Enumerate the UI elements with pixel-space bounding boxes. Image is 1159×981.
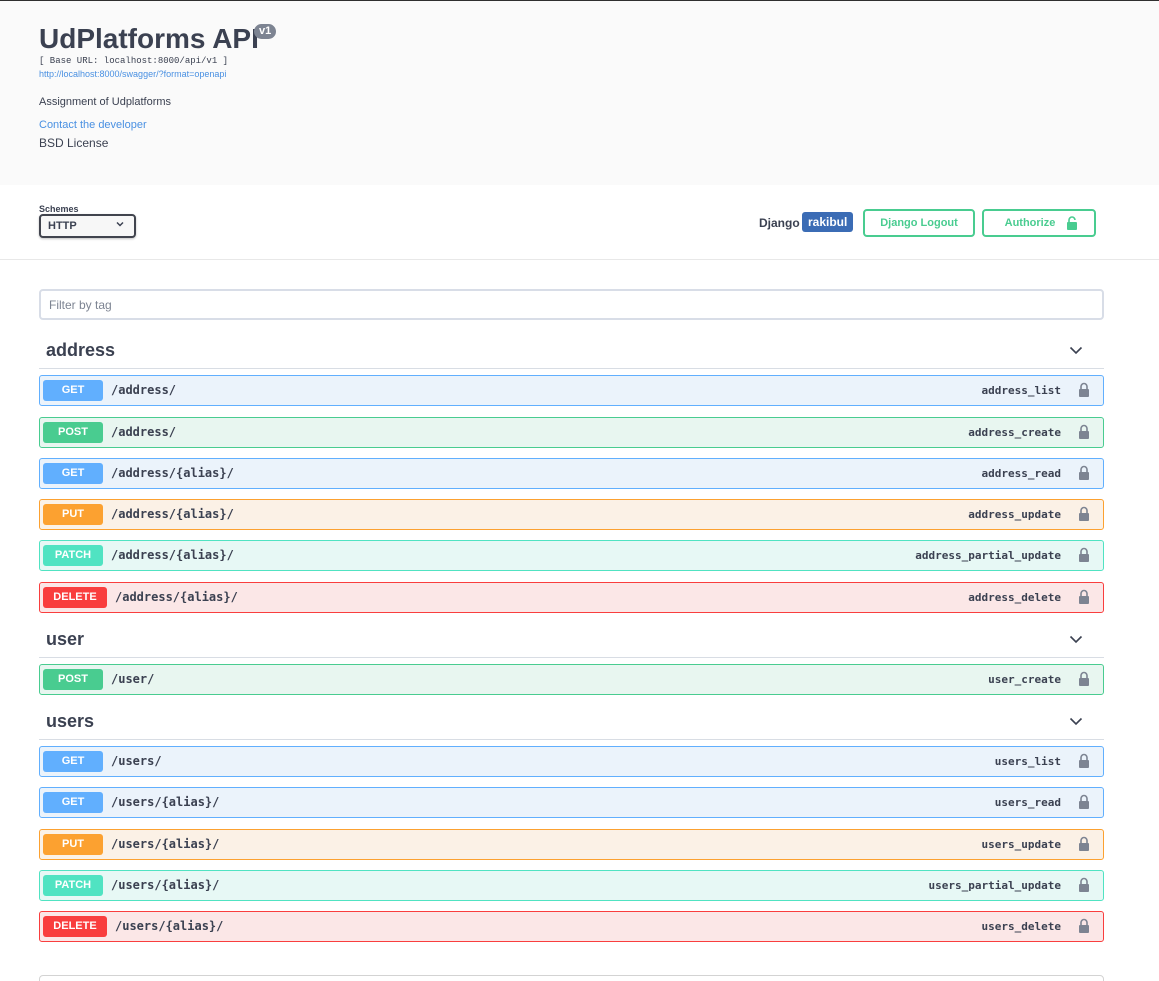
operation-summary: users_partial_update [928,879,1061,892]
lock-icon[interactable] [1078,547,1090,562]
operation-post-row[interactable]: POST/address/address_create [39,417,1104,448]
operation-path: /address/{alias}/ [111,548,234,562]
operation-path: /address/ [111,425,177,439]
schemes-selected-value: HTTP [48,220,77,232]
operation-get-row[interactable]: GET/address/{alias}/ address_read [39,458,1104,489]
lock-icon[interactable] [1078,382,1090,397]
operation-path: /user/ [111,672,155,686]
tag-section-header[interactable]: users [39,706,1104,740]
operation-path: /users/ [111,754,162,768]
operation-path: /address/{alias}/ [111,466,234,480]
lock-icon[interactable] [1078,918,1090,933]
method-badge: DELETE [43,587,107,608]
chevron-down-icon[interactable] [1069,343,1083,357]
lock-icon[interactable] [1078,671,1090,686]
lock-icon[interactable] [1078,465,1090,480]
operation-summary: address_list [981,384,1061,397]
contact-developer-link[interactable]: Contact the developer [39,119,147,131]
api-description: Assignment of Udplatforms [39,96,172,108]
operation-path: /address/{alias}/ [115,590,238,604]
method-badge: POST [43,669,103,690]
operation-path: /address/{alias}/ [111,507,234,521]
lock-icon[interactable] [1078,794,1090,809]
method-badge: PUT [43,834,103,855]
method-badge: GET [43,792,103,813]
models-section [39,975,1104,981]
operation-summary: address_partial_update [915,549,1061,562]
operation-get-row[interactable]: GET/users/{alias}/ users_read [39,787,1104,818]
operation-get-row[interactable]: GET/users/users_list [39,746,1104,777]
operation-path: /users/{alias}/ [111,878,220,892]
operation-patch-row[interactable]: PATCH/address/{alias}/ address_partial_up… [39,540,1104,571]
page-title: UdPlatforms API [39,23,259,54]
method-badge: POST [43,422,103,443]
method-badge: DELETE [43,916,107,937]
lock-icon[interactable] [1078,589,1090,604]
operation-summary: address_create [968,426,1061,439]
operation-path: /users/{alias}/ [111,837,220,851]
operation-path: /users/{alias}/ [115,919,224,933]
method-badge: GET [43,380,103,401]
operation-put-row[interactable]: PUT/users/{alias}/ users_update [39,829,1104,860]
lock-icon[interactable] [1078,836,1090,851]
schemes-label: Schemes [39,204,79,214]
chevron-down-icon[interactable] [1069,632,1083,646]
operation-summary: users_list [994,755,1061,768]
method-badge: PATCH [43,875,103,896]
method-badge: GET [43,751,103,772]
version-badge: v1 [254,24,277,39]
schemes-select[interactable]: HTTP [39,214,136,238]
operation-get-row[interactable]: GET/address/address_list [39,375,1104,406]
lock-open-icon [1067,216,1077,230]
django-label: Django [759,216,800,230]
method-badge: GET [43,463,103,484]
chevron-down-icon[interactable] [1069,714,1083,728]
filter-by-tag-input[interactable] [39,289,1104,320]
operation-path: /address/ [111,383,177,397]
api-info-section: UdPlatforms API v1 [ Base URL: localhost… [0,1,1159,185]
lock-icon[interactable] [1078,506,1090,521]
operation-summary: address_update [968,508,1061,521]
lock-icon[interactable] [1078,753,1090,768]
lock-icon[interactable] [1078,877,1090,892]
license-text: BSD License [39,136,109,150]
operation-summary: users_delete [981,920,1061,933]
schemes-auth-bar: Schemes HTTP Django rakibul Django Logou… [0,185,1159,260]
operation-post-row[interactable]: POST/user/user_create [39,664,1104,695]
operation-summary: address_read [981,467,1061,480]
username-badge: rakibul [802,212,854,232]
operation-patch-row[interactable]: PATCH/users/{alias}/ users_partial_update [39,870,1104,901]
operation-summary: users_update [981,838,1061,851]
tag-name: user [46,629,85,649]
lock-icon[interactable] [1078,424,1090,439]
method-badge: PATCH [43,545,103,566]
tag-section-header[interactable]: address [39,335,1104,369]
chevron-down-icon [116,221,124,227]
tag-name: address [46,340,116,360]
spec-url-link[interactable]: http://localhost:8000/swagger/?format=op… [39,69,226,79]
operation-summary: address_delete [968,591,1061,604]
base-url: [ Base URL: localhost:8000/api/v1 ] [39,56,229,66]
operation-put-row[interactable]: PUT/address/{alias}/ address_update [39,499,1104,530]
tag-name: users [46,711,95,731]
operation-summary: user_create [988,673,1061,686]
authorize-button-label: Authorize [1004,217,1056,229]
operation-summary: users_read [994,796,1061,809]
method-badge: PUT [43,504,103,525]
django-logout-button[interactable]: Django Logout [863,209,975,237]
operation-delete-row[interactable]: DELETE/address/{alias}/ address_delete [39,582,1104,613]
operation-path: /users/{alias}/ [111,795,220,809]
tag-section-header[interactable]: user [39,624,1104,658]
authorize-button[interactable]: Authorize [982,209,1096,237]
operation-delete-row[interactable]: DELETE/users/{alias}/ users_delete [39,911,1104,942]
